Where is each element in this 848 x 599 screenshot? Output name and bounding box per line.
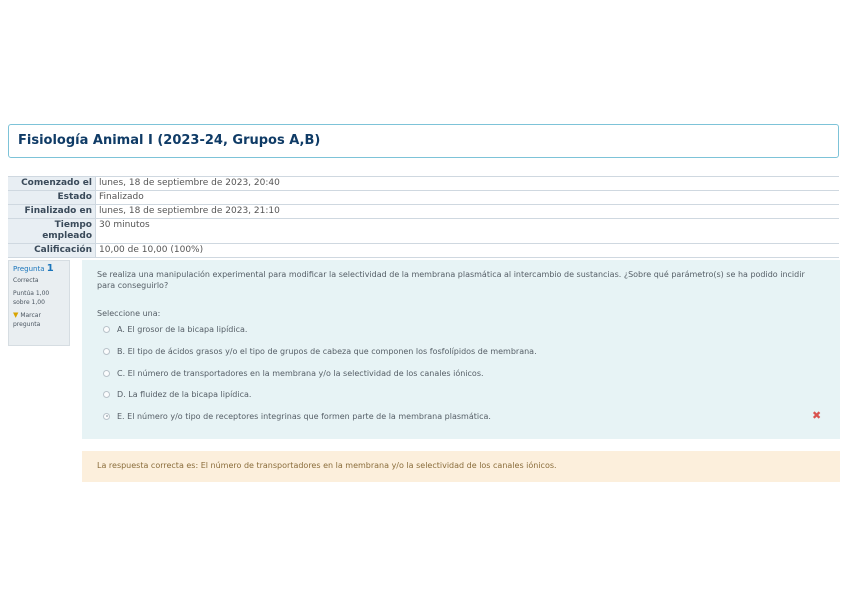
answer-radio[interactable] [103, 347, 110, 355]
answer-label: D. La fluidez de la bicapa lipídica. [117, 389, 252, 399]
answer-prompt: Seleccione una: [97, 309, 161, 318]
summary-label: Finalizado en [8, 204, 96, 219]
answer-label: E. El número y/o tipo de receptores inte… [117, 411, 491, 421]
course-title[interactable]: Fisiología Animal I (2023-24, Grupos A,B… [18, 133, 320, 148]
summary-row-finished: Finalizado en lunes, 18 de septiembre de… [8, 204, 839, 219]
answer-radio[interactable] [103, 369, 110, 377]
question-text: Se realiza una manipulación experimental… [97, 270, 805, 290]
summary-value: lunes, 18 de septiembre de 2023, 21:10 [95, 204, 839, 219]
answer-radio[interactable] [103, 390, 110, 398]
summary-value: Finalizado [95, 190, 839, 205]
correct-answer-feedback: La respuesta correcta es: El número de t… [82, 451, 840, 482]
quiz-review-page: Fisiología Animal I (2023-24, Grupos A,B… [0, 0, 848, 599]
summary-row-grade: Calificación 10,00 de 10,00 (100%) [8, 243, 839, 258]
question-score: Puntúa 1,00 sobre 1,00 [13, 290, 50, 306]
question-number-label: Pregunta [13, 265, 45, 273]
question-number-value: 1 [46, 263, 54, 274]
summary-label: Tiempo empleado [8, 218, 96, 244]
summary-row-time-taken: Tiempo empleado 30 minutos [8, 218, 839, 244]
summary-value: 10,00 de 10,00 (100%) [95, 243, 839, 258]
summary-value: 30 minutos [95, 218, 839, 244]
flag-question-label: Marcar pregunta [13, 312, 41, 328]
course-header: Fisiología Animal I (2023-24, Grupos A,B… [8, 124, 839, 158]
answer-radio-selected[interactable] [103, 412, 110, 420]
summary-label: Calificación [8, 243, 96, 258]
summary-label: Estado [8, 190, 96, 205]
question-content: Se realiza una manipulación experimental… [82, 260, 840, 439]
incorrect-icon: ✖ [812, 409, 822, 422]
answer-option-a[interactable]: A. El grosor de la bicapa lipídica. [103, 323, 823, 335]
answer-option-e[interactable]: E. El número y/o tipo de receptores inte… [103, 410, 823, 422]
question-number: Pregunta 1 [13, 264, 65, 274]
flag-icon: ▼ [13, 311, 19, 319]
attempt-summary-table: Comenzado el lunes, 18 de septiembre de … [8, 176, 839, 258]
answer-label: C. El número de transportadores en la me… [117, 368, 484, 378]
summary-value: lunes, 18 de septiembre de 2023, 20:40 [95, 176, 839, 191]
summary-row-state: Estado Finalizado [8, 190, 839, 205]
question-state: Correcta [13, 277, 39, 284]
summary-label: Comenzado el [8, 176, 96, 191]
feedback-text: La respuesta correcta es: El número de t… [97, 461, 557, 470]
summary-row-started: Comenzado el lunes, 18 de septiembre de … [8, 176, 839, 191]
answer-option-b[interactable]: B. El tipo de ácidos grasos y/o el tipo … [103, 345, 823, 357]
answer-label: B. El tipo de ácidos grasos y/o el tipo … [117, 346, 537, 356]
answer-radio[interactable] [103, 325, 110, 333]
question-info-box: Pregunta 1 Correcta Puntúa 1,00 sobre 1,… [8, 260, 70, 346]
answer-option-c[interactable]: C. El número de transportadores en la me… [103, 367, 823, 379]
flag-question-link[interactable]: ▼ Marcar pregunta [13, 311, 65, 329]
answer-option-d[interactable]: D. La fluidez de la bicapa lipídica. [103, 388, 823, 400]
answer-label: A. El grosor de la bicapa lipídica. [117, 324, 248, 334]
